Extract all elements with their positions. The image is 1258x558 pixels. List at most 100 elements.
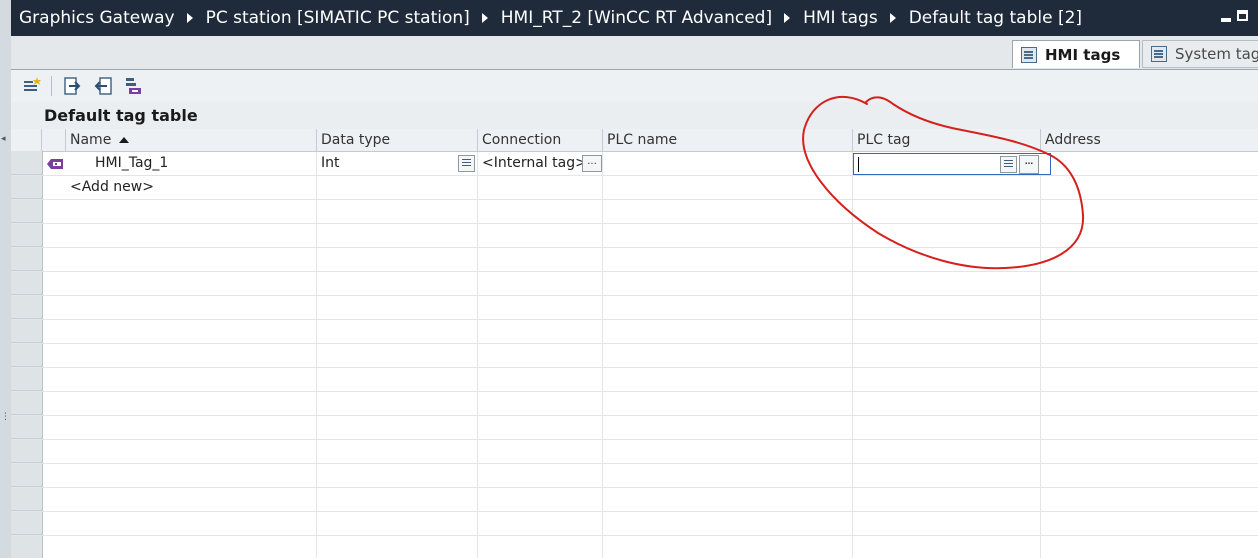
minimize-icon[interactable]: [1221, 18, 1231, 22]
row-selector[interactable]: [11, 272, 42, 295]
column-header-plc-name[interactable]: PLC name: [603, 129, 853, 151]
cell-name[interactable]: HMI_Tag_1: [66, 152, 317, 175]
add-new-row[interactable]: <Add new>: [11, 176, 1258, 200]
cell-empty: [317, 488, 478, 511]
list-icon[interactable]: [458, 155, 475, 172]
cell-connection[interactable]: <Internal tag> ...: [478, 152, 603, 175]
cell-empty: [478, 392, 603, 415]
collapse-arrow-icon[interactable]: ◂: [1, 134, 6, 144]
row-selector[interactable]: [11, 488, 42, 511]
cell-data-type-value: Int: [321, 155, 340, 171]
table-row[interactable]: HMI_Tag_1 Int <Internal tag> ... ...: [11, 152, 1258, 176]
cell-empty: [853, 272, 1041, 295]
tab-system-tags[interactable]: System tag: [1142, 40, 1258, 68]
column-header-plc-tag[interactable]: PLC tag: [853, 129, 1041, 151]
cell-empty: [603, 248, 853, 271]
plc-tag-input[interactable]: ...: [853, 153, 1051, 175]
export-icon[interactable]: [62, 75, 84, 97]
cell-empty: [317, 344, 478, 367]
cell-empty: [66, 392, 317, 415]
row-selector[interactable]: [11, 152, 42, 175]
cell-empty: [853, 296, 1041, 319]
breadcrumb-hmi-tags[interactable]: HMI tags: [803, 8, 878, 28]
cell-empty: [1041, 320, 1258, 343]
empty-row[interactable]: [11, 512, 1258, 536]
row-selector[interactable]: [11, 536, 42, 558]
breadcrumb-separator-icon: [784, 13, 791, 23]
empty-row[interactable]: [11, 272, 1258, 296]
maximize-icon[interactable]: [1237, 10, 1248, 21]
empty-row[interactable]: [11, 296, 1258, 320]
row-selector[interactable]: [11, 368, 42, 391]
row-selector[interactable]: [11, 512, 42, 535]
breadcrumb-project[interactable]: Graphics Gateway: [19, 8, 175, 28]
cell-empty: [603, 416, 853, 439]
row-selector[interactable]: [11, 344, 42, 367]
column-header-address[interactable]: Address: [1041, 129, 1258, 151]
row-selector[interactable]: [11, 176, 42, 199]
cell-empty: [478, 272, 603, 295]
row-selector[interactable]: [11, 224, 42, 247]
cell-empty: [1041, 512, 1258, 535]
empty-row[interactable]: [11, 248, 1258, 272]
cell-empty: [478, 296, 603, 319]
cell-empty: [478, 320, 603, 343]
cell-empty: [1041, 344, 1258, 367]
add-new-label[interactable]: <Add new>: [66, 176, 317, 199]
row-selector[interactable]: [11, 392, 42, 415]
cell-empty: [603, 320, 853, 343]
row-selector[interactable]: [11, 320, 42, 343]
ellipsis-icon[interactable]: ...: [1019, 155, 1039, 174]
empty-row[interactable]: [11, 200, 1258, 224]
cell-empty: [603, 344, 853, 367]
empty-row[interactable]: [11, 440, 1258, 464]
column-header-connection[interactable]: Connection: [478, 129, 603, 151]
cell-empty: [317, 320, 478, 343]
empty-row[interactable]: [11, 464, 1258, 488]
empty-row[interactable]: [11, 368, 1258, 392]
column-header-name[interactable]: Name: [66, 129, 317, 151]
breadcrumb-pc-station[interactable]: PC station [SIMATIC PC station]: [206, 8, 470, 28]
cell-empty: [1041, 224, 1258, 247]
import-icon[interactable]: [92, 75, 114, 97]
editor-tab-bar: HMI tags System tag: [11, 36, 1258, 70]
row-selector[interactable]: [11, 440, 42, 463]
list-icon[interactable]: [1000, 156, 1017, 173]
tab-hmi-tags[interactable]: HMI tags: [1012, 40, 1140, 68]
splitter-grip-icon[interactable]: ⋮: [1, 412, 10, 422]
cell-empty: [603, 440, 853, 463]
cell-empty: [1041, 368, 1258, 391]
cell-empty: [478, 344, 603, 367]
empty-row[interactable]: [11, 488, 1258, 512]
row-selector[interactable]: [11, 200, 42, 223]
cell-empty: [66, 368, 317, 391]
empty-row[interactable]: [11, 536, 1258, 558]
tag-properties-icon[interactable]: [122, 75, 144, 97]
cell-plc-name[interactable]: [603, 152, 853, 175]
cell-empty: [66, 416, 317, 439]
empty-row[interactable]: [11, 416, 1258, 440]
cell-empty: [853, 248, 1041, 271]
add-tag-icon[interactable]: [21, 75, 43, 97]
breadcrumb-hmi-rt[interactable]: HMI_RT_2 [WinCC RT Advanced]: [501, 8, 772, 28]
empty-row[interactable]: [11, 320, 1258, 344]
cell-address[interactable]: [1041, 152, 1258, 175]
ellipsis-icon[interactable]: ...: [582, 155, 602, 172]
empty-row[interactable]: [11, 224, 1258, 248]
row-selector[interactable]: [11, 416, 42, 439]
cell-empty: [853, 488, 1041, 511]
cell-empty: [853, 368, 1041, 391]
row-selector[interactable]: [11, 248, 42, 271]
empty-row[interactable]: [11, 392, 1258, 416]
empty-row[interactable]: [11, 344, 1258, 368]
header-row-selector[interactable]: [11, 129, 42, 151]
cell-data-type[interactable]: Int: [317, 152, 478, 175]
row-selector[interactable]: [11, 464, 42, 487]
breadcrumb: Graphics Gateway PC station [SIMATIC PC …: [11, 8, 1082, 28]
breadcrumb-tag-table[interactable]: Default tag table [2]: [909, 8, 1082, 28]
cell-empty: [1041, 248, 1258, 271]
cell-empty: [478, 440, 603, 463]
cell-empty: [603, 392, 853, 415]
row-selector[interactable]: [11, 296, 42, 319]
column-header-data-type[interactable]: Data type: [317, 129, 478, 151]
